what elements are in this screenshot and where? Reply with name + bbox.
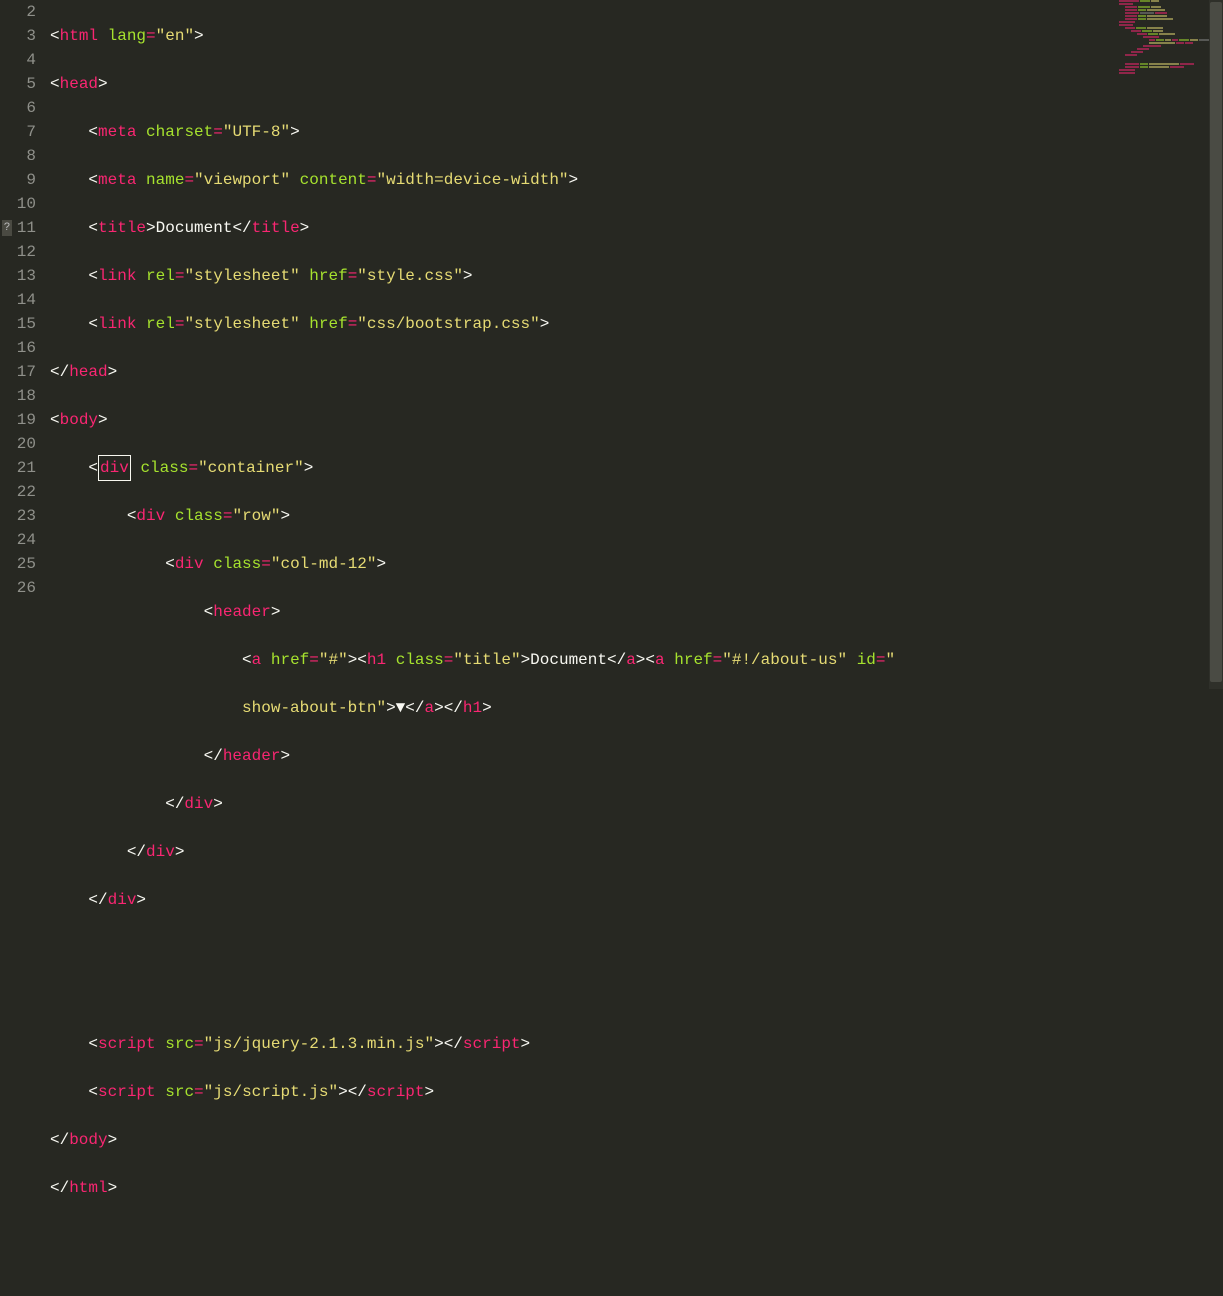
line-number: ?11 bbox=[0, 216, 36, 240]
code-line: <div class="container"> bbox=[50, 456, 1223, 480]
line-number: 25 bbox=[0, 552, 36, 576]
code-line: <head> bbox=[50, 72, 1223, 96]
line-number: 26 bbox=[0, 576, 36, 600]
line-number: 12 bbox=[0, 240, 36, 264]
code-line: <script src="js/script.js"></script> bbox=[50, 1080, 1223, 1104]
line-number: 3 bbox=[0, 24, 36, 48]
line-number: 19 bbox=[0, 408, 36, 432]
line-number: 21 bbox=[0, 456, 36, 480]
code-line: <link rel="stylesheet" href="style.css"> bbox=[50, 264, 1223, 288]
code-area[interactable]: <html lang="en"> <head> <meta charset="U… bbox=[50, 0, 1223, 689]
line-number: 17 bbox=[0, 360, 36, 384]
line-number: 14 bbox=[0, 288, 36, 312]
line-number: 9 bbox=[0, 168, 36, 192]
line-number: 8 bbox=[0, 144, 36, 168]
line-number: 23 bbox=[0, 504, 36, 528]
code-line: <html lang="en"> bbox=[50, 24, 1223, 48]
line-number: 20 bbox=[0, 432, 36, 456]
gutter-marker-icon: ? bbox=[2, 220, 12, 236]
code-line: </div> bbox=[50, 840, 1223, 864]
code-line: <div class="col-md-12"> bbox=[50, 552, 1223, 576]
code-line: <body> bbox=[50, 408, 1223, 432]
code-editor[interactable]: 2 3 4 5 6 7 8 9 10 ?11 12 13 14 15 16 17… bbox=[0, 0, 1223, 689]
line-number: 5 bbox=[0, 72, 36, 96]
line-number: 10 bbox=[0, 192, 36, 216]
code-line: <script src="js/jquery-2.1.3.min.js"></s… bbox=[50, 1032, 1223, 1056]
line-number: 18 bbox=[0, 384, 36, 408]
code-line: <title>Document</title> bbox=[50, 216, 1223, 240]
code-line: </header> bbox=[50, 744, 1223, 768]
line-number-gutter: 2 3 4 5 6 7 8 9 10 ?11 12 13 14 15 16 17… bbox=[0, 0, 50, 689]
line-number: 22 bbox=[0, 480, 36, 504]
line-number: 15 bbox=[0, 312, 36, 336]
code-line: <meta name="viewport" content="width=dev… bbox=[50, 168, 1223, 192]
code-line: <div class="row"> bbox=[50, 504, 1223, 528]
code-line: </div> bbox=[50, 792, 1223, 816]
code-line: </html> bbox=[50, 1176, 1223, 1200]
code-line bbox=[50, 984, 1223, 1008]
line-number: 7 bbox=[0, 120, 36, 144]
vertical-scrollbar[interactable] bbox=[1209, 0, 1223, 689]
line-number: 13 bbox=[0, 264, 36, 288]
code-line: <link rel="stylesheet" href="css/bootstr… bbox=[50, 312, 1223, 336]
code-line: </body> bbox=[50, 1128, 1223, 1152]
minimap[interactable] bbox=[1119, 0, 1219, 120]
line-number: 6 bbox=[0, 96, 36, 120]
code-line: <header> bbox=[50, 600, 1223, 624]
code-line: </head> bbox=[50, 360, 1223, 384]
line-number: 2 bbox=[0, 0, 36, 24]
code-line bbox=[50, 1224, 1223, 1248]
code-line: <meta charset="UTF-8"> bbox=[50, 120, 1223, 144]
code-line: <a href="#"><h1 class="title">Document</… bbox=[50, 648, 1223, 672]
line-number: 4 bbox=[0, 48, 36, 72]
code-line: show-about-btn">▼</a></h1> bbox=[50, 696, 1223, 720]
scrollbar-thumb[interactable] bbox=[1210, 2, 1222, 682]
cursor-selection: div bbox=[98, 455, 131, 481]
code-line bbox=[50, 936, 1223, 960]
code-line: </div> bbox=[50, 888, 1223, 912]
line-number: 16 bbox=[0, 336, 36, 360]
line-number: 24 bbox=[0, 528, 36, 552]
